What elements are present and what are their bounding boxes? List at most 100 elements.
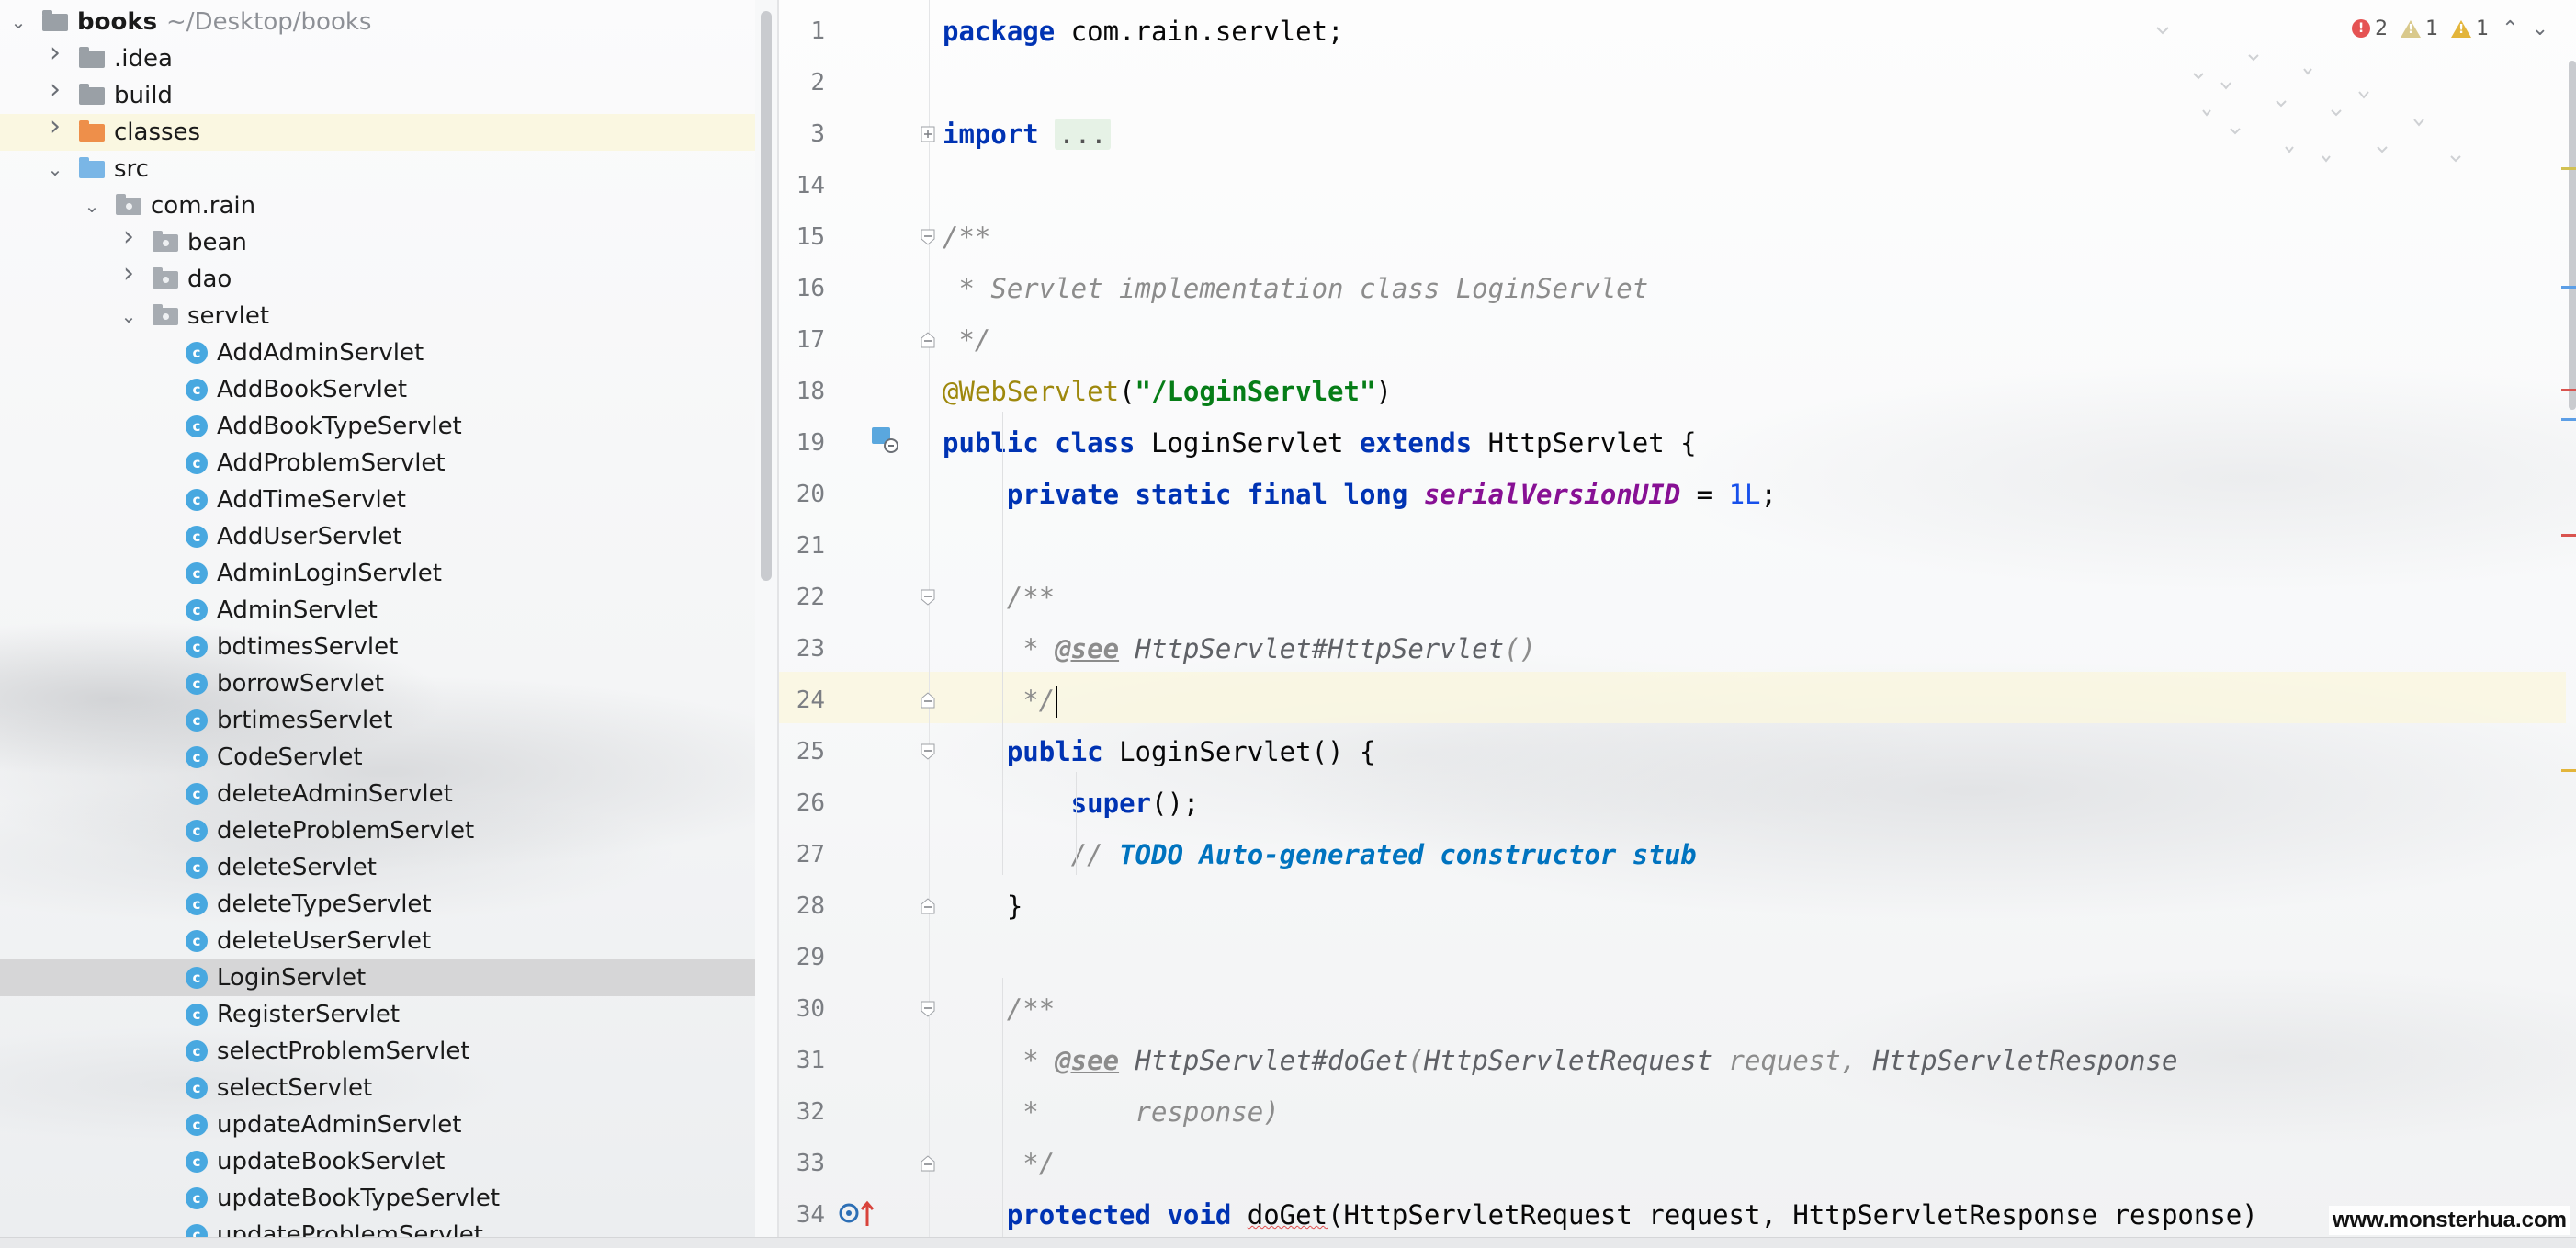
code-line[interactable]: 2 — [779, 57, 2566, 108]
tree-node[interactable]: c AddProblemServlet — [0, 445, 755, 482]
code-text[interactable]: // TODO Auto-generated constructor stub — [943, 840, 1697, 869]
chevron-right-icon[interactable]: › — [46, 113, 64, 141]
code-text[interactable]: super(); — [943, 789, 1200, 818]
tree-node[interactable]: c deleteAdminServlet — [0, 776, 755, 812]
line-number[interactable]: 25 — [779, 737, 825, 766]
code-line[interactable]: 18 @WebServlet("/LoginServlet") — [779, 366, 2566, 417]
line-number[interactable]: 22 — [779, 583, 825, 612]
inspection-widget[interactable]: ! 2 1 1 ⌃ ⌄ — [2352, 15, 2548, 42]
tree-node[interactable]: ⌄ src — [0, 151, 755, 187]
code-line[interactable]: 14 — [779, 160, 2566, 211]
code-line[interactable]: 3 import ... — [779, 108, 2566, 160]
fold-collapse-icon[interactable] — [921, 743, 935, 760]
code-line[interactable]: 30 /** — [779, 983, 2566, 1035]
code-line[interactable]: 33 */ — [779, 1138, 2566, 1189]
code-line[interactable]: 17 */ — [779, 314, 2566, 366]
line-number[interactable]: 30 — [779, 994, 825, 1024]
code-line[interactable]: 31 * @see HttpServlet#doGet(HttpServletR… — [779, 1035, 2566, 1086]
code-line[interactable]: 19 public class LoginServlet extends Http… — [779, 417, 2566, 469]
line-number[interactable]: 24 — [779, 686, 825, 715]
tree-node[interactable]: c updateBookServlet — [0, 1143, 755, 1180]
chevron-down-icon[interactable]: ⌄ — [83, 196, 101, 216]
line-number[interactable]: 20 — [779, 480, 825, 509]
tree-node[interactable]: c deleteTypeServlet — [0, 886, 755, 923]
fold-collapse-icon[interactable] — [921, 332, 935, 348]
chevron-right-icon[interactable]: › — [119, 260, 138, 288]
tree-node[interactable]: c brtimesServlet — [0, 702, 755, 739]
code-line[interactable]: 15 /** — [779, 211, 2566, 263]
code-text[interactable]: public class LoginServlet extends HttpSe… — [943, 428, 1697, 458]
line-number[interactable]: 26 — [779, 789, 825, 818]
line-number[interactable]: 34 — [779, 1200, 825, 1230]
warning-marker[interactable] — [2561, 167, 2576, 170]
line-number[interactable]: 17 — [779, 325, 825, 355]
fold-expand-icon[interactable] — [921, 126, 935, 142]
tree-node[interactable]: › dao — [0, 260, 755, 298]
tree-node[interactable]: c AddUserServlet — [0, 518, 755, 555]
code-text[interactable]: /** — [943, 583, 1055, 612]
tree-node[interactable]: c AdminServlet — [0, 592, 755, 629]
tree-node[interactable]: c AdminLoginServlet — [0, 555, 755, 592]
tree-node[interactable]: › .idea — [0, 40, 755, 77]
line-number[interactable]: 33 — [779, 1149, 825, 1178]
tree-node[interactable]: c AddBookTypeServlet — [0, 408, 755, 445]
line-number[interactable]: 2 — [779, 68, 825, 97]
code-text[interactable]: */ — [943, 325, 990, 355]
code-line[interactable]: 34 protected void doGet(HttpServletReque… — [779, 1189, 2566, 1237]
line-number[interactable]: 19 — [779, 428, 825, 458]
tree-node[interactable]: c borrowServlet — [0, 665, 755, 702]
line-number[interactable]: 15 — [779, 222, 825, 252]
code-text[interactable]: public LoginServlet() { — [943, 737, 1376, 766]
line-number[interactable]: 21 — [779, 531, 825, 561]
code-line[interactable]: 29 — [779, 932, 2566, 983]
code-line[interactable]: 22 /** — [779, 572, 2566, 623]
code-text[interactable]: protected void doGet(HttpServletRequest … — [943, 1200, 2258, 1230]
code-line[interactable]: 25 public LoginServlet() { — [779, 726, 2566, 777]
code-text[interactable]: * response) — [943, 1097, 1279, 1127]
line-number[interactable]: 16 — [779, 274, 825, 303]
code-text[interactable]: * @see HttpServlet#doGet(HttpServletRequ… — [943, 1046, 2177, 1075]
info-marker[interactable] — [2561, 418, 2576, 421]
fold-collapse-icon[interactable] — [921, 692, 935, 709]
tree-node[interactable]: c AddAdminServlet — [0, 335, 755, 371]
tree-node[interactable]: c selectProblemServlet — [0, 1033, 755, 1070]
chevron-down-icon[interactable]: ⌄ — [9, 12, 28, 32]
tree-node[interactable]: c updateBookTypeServlet — [0, 1180, 755, 1217]
horizontal-scrollbar[interactable] — [0, 1237, 2576, 1248]
line-number[interactable]: 18 — [779, 377, 825, 406]
tree-node[interactable]: › build — [0, 76, 755, 114]
weak-warnings-indicator[interactable]: 1 — [2401, 17, 2438, 40]
fold-collapse-icon[interactable] — [921, 1155, 935, 1172]
tree-node[interactable]: c AddBookServlet — [0, 371, 755, 408]
warnings-indicator[interactable]: 1 — [2451, 17, 2489, 40]
line-number[interactable]: 29 — [779, 943, 825, 972]
tree-node[interactable]: c CodeServlet — [0, 739, 755, 776]
code-text[interactable]: /** — [943, 994, 1055, 1024]
servlet-gutter-icon[interactable] — [871, 426, 898, 454]
fold-collapse-icon[interactable] — [921, 229, 935, 245]
code-line[interactable]: 1 package com.rain.servlet; — [779, 6, 2566, 57]
code-text[interactable]: * @see HttpServlet#HttpServlet() — [943, 634, 1536, 664]
line-number[interactable]: 32 — [779, 1097, 825, 1127]
chevron-down-icon[interactable]: ⌄ — [46, 159, 64, 179]
code-text[interactable]: private static final long serialVersionU… — [943, 480, 1777, 509]
line-number[interactable]: 14 — [779, 171, 825, 200]
code-line[interactable]: 32 * response) — [779, 1086, 2566, 1138]
line-number[interactable]: 3 — [779, 119, 825, 149]
tree-node[interactable]: c bdtimesServlet — [0, 629, 755, 665]
tree-node[interactable]: ⌄ servlet — [0, 298, 755, 335]
info-marker[interactable] — [2561, 286, 2576, 289]
override-method-icon[interactable] — [838, 1198, 878, 1228]
chevron-right-icon[interactable]: › — [119, 223, 138, 251]
code-text[interactable]: @WebServlet("/LoginServlet") — [943, 377, 1392, 406]
tree-node[interactable]: c deleteServlet — [0, 849, 755, 886]
error-marker[interactable] — [2561, 534, 2576, 537]
tree-node[interactable]: c RegisterServlet — [0, 996, 755, 1033]
line-number[interactable]: 27 — [779, 840, 825, 869]
tree-node[interactable]: c deleteProblemServlet — [0, 812, 755, 849]
fold-collapse-icon[interactable] — [921, 589, 935, 606]
line-number[interactable]: 1 — [779, 17, 825, 46]
tree-node[interactable]: c deleteUserServlet — [0, 923, 755, 959]
code-line[interactable]: 20 private static final long serialVersi… — [779, 469, 2566, 520]
code-line[interactable]: 24 */ — [779, 675, 2566, 726]
